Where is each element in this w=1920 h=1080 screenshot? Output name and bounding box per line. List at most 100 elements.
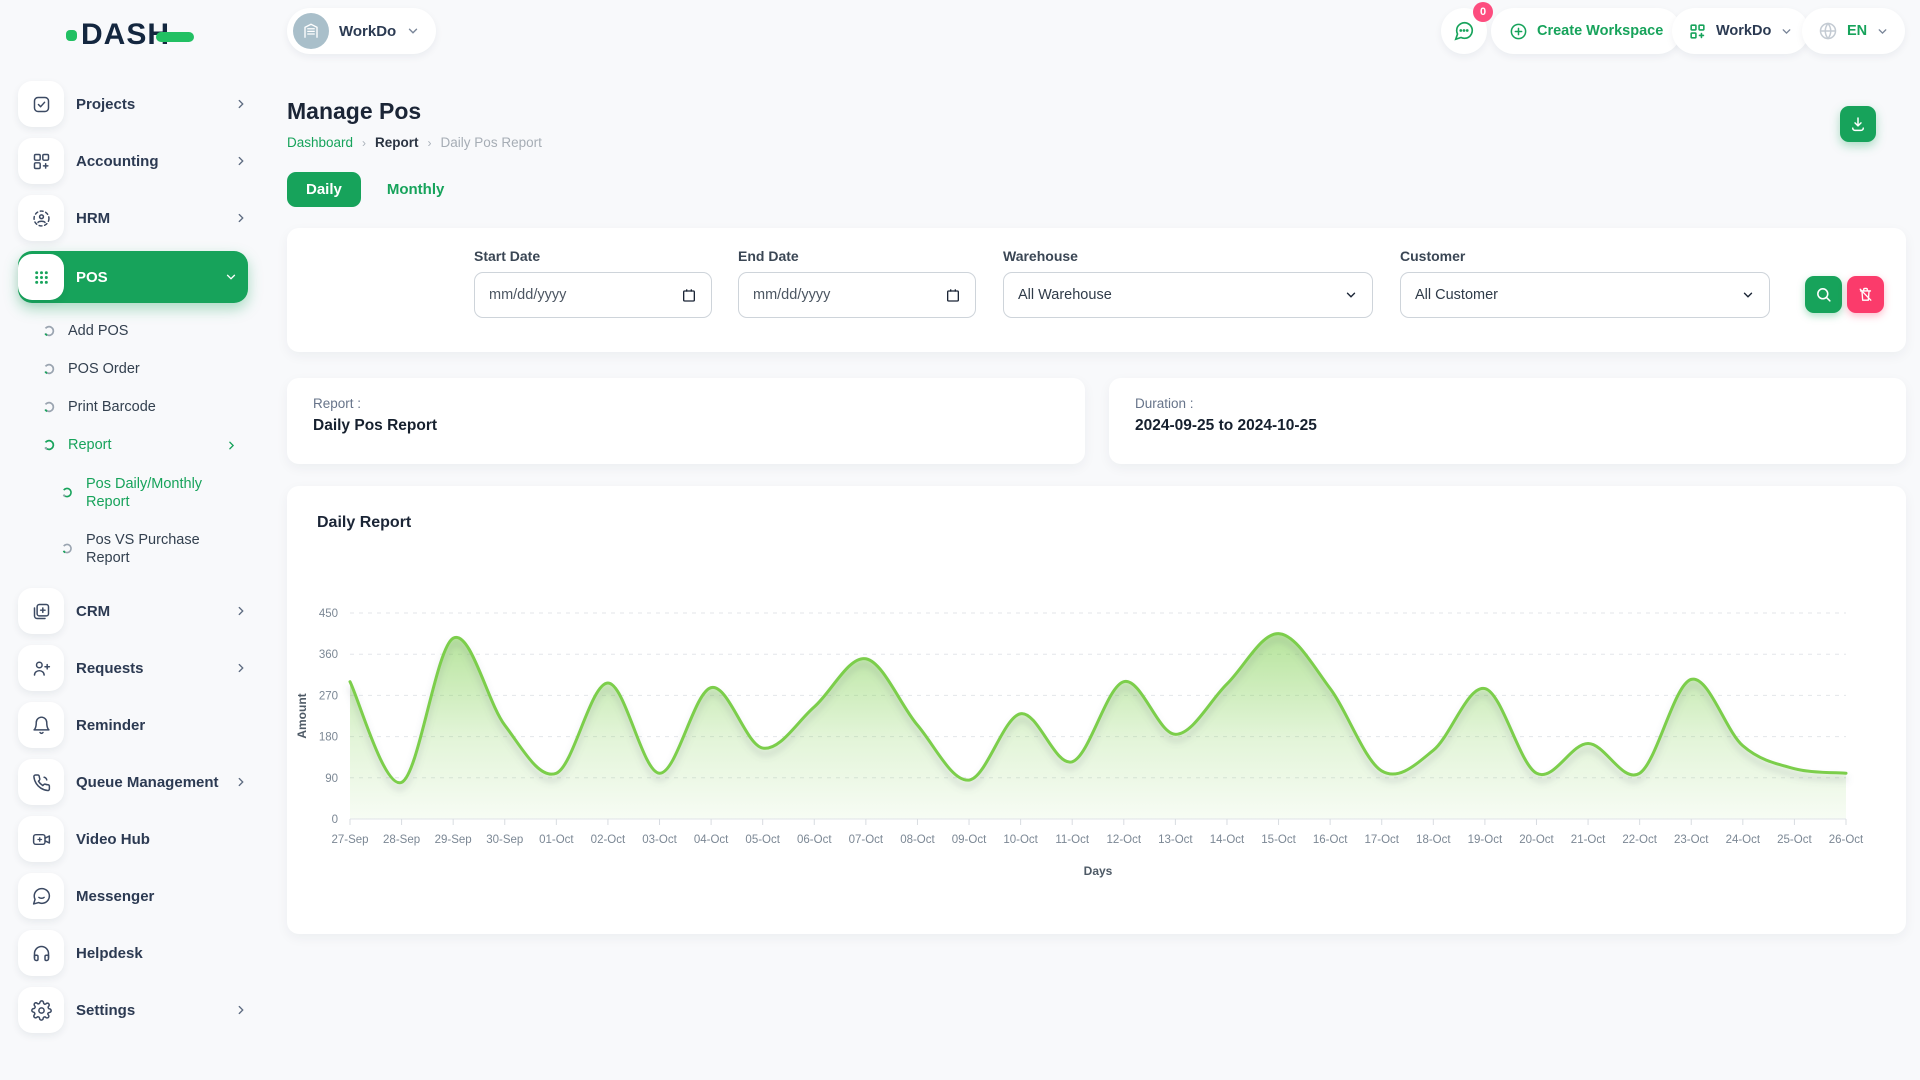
warehouse-select[interactable]: All Warehouse <box>1003 272 1373 318</box>
sidebar-item-pos[interactable]: POS <box>18 251 248 303</box>
svg-text:15-Oct: 15-Oct <box>1261 834 1296 846</box>
bullet-icon <box>60 542 74 555</box>
message-icon <box>18 873 64 919</box>
video-icon <box>18 816 64 862</box>
start-date-input[interactable]: mm/dd/yyyy <box>474 272 712 318</box>
sidebar-item-pos-order[interactable]: POS Order <box>42 360 248 378</box>
start-date-placeholder: mm/dd/yyyy <box>489 287 566 303</box>
svg-text:21-Oct: 21-Oct <box>1571 834 1606 846</box>
svg-text:Days: Days <box>1084 864 1113 878</box>
sidebar-item-label: Projects <box>76 96 135 113</box>
breadcrumb-dashboard[interactable]: Dashboard <box>287 135 353 150</box>
svg-text:28-Sep: 28-Sep <box>383 834 420 846</box>
svg-text:06-Oct: 06-Oct <box>797 834 832 846</box>
svg-text:360: 360 <box>319 649 338 661</box>
duration-summary-card: Duration : 2024-09-25 to 2024-10-25 <box>1109 378 1906 464</box>
svg-text:29-Sep: 29-Sep <box>435 834 472 846</box>
workspace-selector[interactable]: WorkDo <box>287 8 436 54</box>
logo-dot <box>66 30 77 41</box>
svg-text:02-Oct: 02-Oct <box>591 834 626 846</box>
crm-icon <box>18 588 64 634</box>
sidebar-item-messenger[interactable]: Messenger <box>18 872 248 920</box>
sidebar: Projects Accounting HRM POS Add POS POS … <box>0 62 266 1043</box>
search-button[interactable] <box>1805 276 1842 313</box>
chevron-right-icon <box>234 1003 248 1017</box>
report-label: Report : <box>313 396 1059 411</box>
sidebar-item-label: Reminder <box>76 717 145 734</box>
tab-daily[interactable]: Daily <box>287 172 361 207</box>
hrm-icon <box>18 195 64 241</box>
accounting-icon <box>18 138 64 184</box>
svg-text:20-Oct: 20-Oct <box>1519 834 1554 846</box>
plus-circle-icon <box>1509 22 1528 41</box>
page-title: Manage Pos <box>287 98 1906 125</box>
globe-icon <box>1818 21 1838 41</box>
sidebar-item-requests[interactable]: Requests <box>18 644 248 692</box>
end-date-input[interactable]: mm/dd/yyyy <box>738 272 976 318</box>
chevron-down-icon <box>1876 25 1889 38</box>
sidebar-item-add-pos[interactable]: Add POS <box>42 322 248 340</box>
breadcrumb-report[interactable]: Report <box>375 135 419 150</box>
sidebar-item-pos-daily-monthly-report[interactable]: Pos Daily/Monthly Report <box>60 475 230 511</box>
sidebar-item-video-hub[interactable]: Video Hub <box>18 815 248 863</box>
chevron-right-icon: › <box>428 136 432 150</box>
reset-filter-button[interactable] <box>1847 276 1884 313</box>
sidebar-item-print-barcode[interactable]: Print Barcode <box>42 398 248 416</box>
language-selector[interactable]: EN <box>1802 8 1905 54</box>
sidebar-item-label: Settings <box>76 1002 135 1019</box>
search-icon <box>1815 286 1832 303</box>
notifications-button[interactable]: 0 <box>1441 8 1487 54</box>
sidebar-item-label: Pos Daily/Monthly Report <box>86 475 216 511</box>
svg-text:0: 0 <box>332 814 338 826</box>
svg-text:22-Oct: 22-Oct <box>1622 834 1657 846</box>
svg-text:07-Oct: 07-Oct <box>849 834 884 846</box>
filter-card: Start Date mm/dd/yyyy End Date mm/dd/yyy… <box>287 228 1906 352</box>
create-workspace-label: Create Workspace <box>1537 23 1663 39</box>
chevron-down-icon <box>1741 288 1755 302</box>
sidebar-item-crm[interactable]: CRM <box>18 587 248 635</box>
sidebar-item-helpdesk[interactable]: Helpdesk <box>18 929 248 977</box>
customer-select[interactable]: All Customer <box>1400 272 1770 318</box>
sidebar-item-pos-vs-purchase-report[interactable]: Pos VS Purchase Report <box>60 531 230 567</box>
sidebar-item-label: HRM <box>76 210 110 227</box>
bullet-icon <box>60 486 74 499</box>
chevron-down-icon <box>224 270 238 284</box>
chevron-down-icon <box>1344 288 1358 302</box>
sidebar-item-label: Requests <box>76 660 144 677</box>
chart-title: Daily Report <box>317 514 411 532</box>
svg-text:27-Sep: 27-Sep <box>331 834 368 846</box>
sidebar-item-hrm[interactable]: HRM <box>18 194 248 242</box>
pos-icon <box>18 254 64 300</box>
app-switcher-button[interactable]: WorkDo <box>1672 8 1809 54</box>
chevron-right-icon <box>225 439 238 452</box>
report-period-tabs: Daily Monthly <box>287 172 1906 207</box>
chat-icon <box>1453 20 1475 42</box>
clear-filter-icon <box>1857 286 1874 303</box>
app-logo[interactable]: DASH <box>66 20 194 50</box>
svg-text:90: 90 <box>325 773 338 785</box>
sidebar-item-queue-management[interactable]: Queue Management <box>18 758 248 806</box>
chevron-right-icon: › <box>362 136 366 150</box>
tab-monthly[interactable]: Monthly <box>387 181 445 198</box>
svg-text:25-Oct: 25-Oct <box>1777 834 1812 846</box>
bullet-icon <box>42 362 56 376</box>
customer-value: All Customer <box>1415 287 1498 303</box>
sidebar-item-settings[interactable]: Settings <box>18 986 248 1034</box>
sidebar-item-reminder[interactable]: Reminder <box>18 701 248 749</box>
sidebar-item-accounting[interactable]: Accounting <box>18 137 248 185</box>
sidebar-item-projects[interactable]: Projects <box>18 80 248 128</box>
download-button[interactable] <box>1840 106 1876 142</box>
projects-icon <box>18 81 64 127</box>
svg-text:11-Oct: 11-Oct <box>1055 834 1089 846</box>
svg-text:16-Oct: 16-Oct <box>1313 834 1348 846</box>
create-workspace-button[interactable]: Create Workspace <box>1491 8 1681 54</box>
workspace-avatar <box>293 13 329 49</box>
svg-text:13-Oct: 13-Oct <box>1158 834 1193 846</box>
daily-report-chart: 090180270360450 27-Sep28-Sep29-Sep30-Sep… <box>290 558 1890 918</box>
sidebar-item-label: Messenger <box>76 888 154 905</box>
duration-label: Duration : <box>1135 396 1880 411</box>
sidebar-item-report[interactable]: Report <box>42 436 242 454</box>
notification-badge: 0 <box>1473 2 1493 22</box>
chevron-right-icon <box>234 211 248 225</box>
logo-bar <box>156 32 194 42</box>
